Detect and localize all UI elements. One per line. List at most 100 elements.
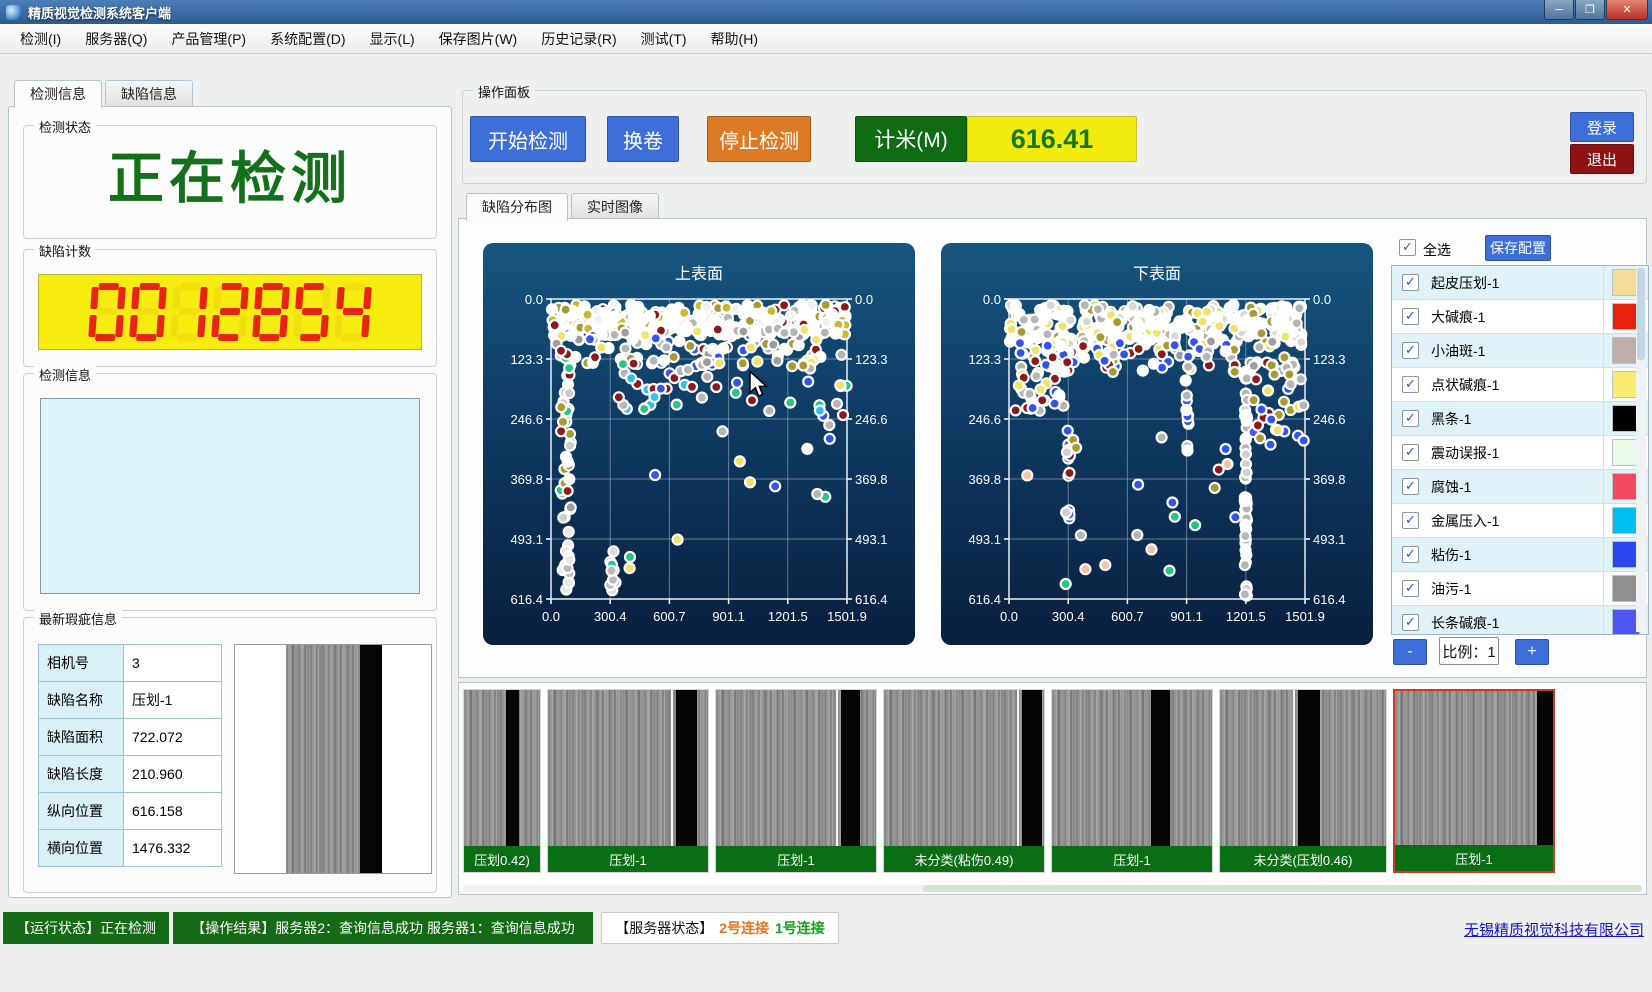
legend-row-7: ✓ 腐蚀-1: [1392, 470, 1648, 504]
table-cell-label: 缺陷面积: [39, 719, 124, 756]
legend-label: 大碱痕-1: [1431, 307, 1603, 327]
legend-checkbox[interactable]: ✓: [1402, 478, 1419, 495]
detect-info-title: 检测信息: [34, 365, 96, 384]
defect-thumbnail-5[interactable]: 压划-1: [1051, 689, 1213, 873]
menu-item-9[interactable]: 帮助(H): [699, 25, 770, 53]
legend-label: 金属压入-1: [1431, 511, 1603, 531]
meter-label: 计米(M): [855, 116, 967, 162]
legend-checkbox[interactable]: ✓: [1402, 580, 1419, 597]
legend-row-3: ✓小油斑-1: [1392, 334, 1648, 368]
svg-text:369.8: 369.8: [510, 472, 543, 487]
svg-text:300.4: 300.4: [594, 609, 627, 624]
svg-text:1201.5: 1201.5: [768, 609, 808, 624]
menu-item-4[interactable]: 系统配置(D): [258, 25, 357, 53]
defect-thumbnail-2[interactable]: 压划-1: [547, 689, 709, 873]
svg-text:901.1: 901.1: [1170, 609, 1203, 624]
tab-view-2[interactable]: 实时图像: [571, 193, 659, 219]
status-server-label: 【服务器状态】: [615, 918, 713, 938]
scale-plus-button[interactable]: +: [1515, 639, 1549, 665]
menu-item-1[interactable]: 检测(I): [8, 25, 73, 53]
defect-thumbnail-3[interactable]: 压划-1: [715, 689, 877, 873]
legend-checkbox[interactable]: ✓: [1402, 614, 1419, 631]
mouse-cursor: [748, 370, 770, 400]
scale-value-field[interactable]: 比例：1: [1439, 637, 1499, 665]
defect-thumbnail-7[interactable]: 压划-1: [1393, 689, 1555, 873]
table-cell-label: 缺陷长度: [39, 756, 124, 793]
menu-item-7[interactable]: 历史记录(R): [529, 25, 628, 53]
svg-text:616.4: 616.4: [968, 592, 1001, 607]
counter-digit: [252, 283, 290, 341]
legend-checkbox[interactable]: ✓: [1402, 546, 1419, 563]
menu-item-8[interactable]: 测试(T): [629, 25, 699, 53]
legend-checkbox[interactable]: ✓: [1402, 512, 1419, 529]
legend-checkbox[interactable]: ✓: [1402, 342, 1419, 359]
thumbnail-white-line: [1293, 690, 1295, 846]
svg-text:0.0: 0.0: [542, 609, 560, 624]
menu-item-5[interactable]: 显示(L): [358, 25, 427, 53]
tab-left-2[interactable]: 缺陷信息: [105, 80, 193, 106]
svg-text:123.3: 123.3: [855, 352, 888, 367]
defect-thumbnail-1[interactable]: 压划0.42): [463, 689, 541, 873]
maximize-button[interactable]: ❐: [1575, 0, 1605, 20]
svg-text:246.6: 246.6: [1313, 412, 1346, 427]
svg-text:下表面: 下表面: [1133, 265, 1181, 283]
stop-detect-button[interactable]: 停止检测: [707, 116, 811, 162]
start-detect-button[interactable]: 开始检测: [470, 116, 586, 162]
legend-label: 黑条-1: [1431, 409, 1603, 429]
legend-checkbox[interactable]: ✓: [1402, 274, 1419, 291]
menu-item-3[interactable]: 产品管理(P): [159, 25, 258, 53]
svg-text:369.8: 369.8: [968, 472, 1001, 487]
menu-item-6[interactable]: 保存图片(W): [427, 25, 530, 53]
table-cell-value: 3: [124, 645, 222, 682]
defect-thumbnail-4[interactable]: 未分类(粘伤0.49): [883, 689, 1045, 873]
table-cell-value: 1476.332: [124, 830, 222, 867]
legend-checkbox[interactable]: ✓: [1402, 410, 1419, 427]
save-config-button[interactable]: 保存配置: [1485, 235, 1551, 261]
legend-label: 腐蚀-1: [1431, 477, 1603, 497]
legend-row-2: ✓ 大碱痕-1: [1392, 300, 1648, 334]
defect-count-display: [38, 274, 422, 350]
legend-checkbox[interactable]: ✓: [1402, 444, 1419, 461]
svg-text:0.0: 0.0: [983, 292, 1001, 307]
chart-bottom-surface: 下表面0.00.00.0123.3123.3300.4246.6246.6600…: [941, 243, 1373, 645]
table-row: 纵向位置616.158: [39, 793, 222, 830]
legend-row-9: ✓ 粘伤-1: [1392, 538, 1648, 572]
svg-text:246.6: 246.6: [510, 412, 543, 427]
svg-text:123.3: 123.3: [968, 352, 1001, 367]
window-title: 精质视觉检测系统客户端: [28, 3, 171, 22]
chart-top-surface: 上表面0.00.00.0123.3123.3300.4246.6246.6600…: [483, 243, 915, 645]
tab-left-1[interactable]: 检测信息: [14, 80, 102, 108]
counter-digit: [170, 283, 208, 341]
legend-checkbox[interactable]: ✓: [1402, 308, 1419, 325]
login-button[interactable]: 登录: [1570, 112, 1634, 142]
logout-button[interactable]: 退出: [1570, 144, 1634, 174]
view-tab-row: 缺陷分布图实时图像: [466, 193, 662, 221]
status-result: 【操作结果】服务器2：查询信息成功 服务器1：查询信息成功: [173, 912, 593, 944]
scale-minus-button[interactable]: -: [1393, 639, 1427, 665]
menu-item-2[interactable]: 服务器(Q): [73, 25, 159, 53]
server-state-1: 2号连接: [719, 918, 769, 938]
defect-thumbnail-strip: 压划0.42)压划-1压划-1未分类(粘伤0.49)压划-1未分类(压划0.46…: [458, 682, 1647, 895]
legend-label: 粘伤-1: [1431, 545, 1603, 565]
defect-thumbnail-6[interactable]: 未分类(压划0.46): [1219, 689, 1387, 873]
title-bar: 精质视觉检测系统客户端 ─ ❐ ✕: [0, 0, 1652, 24]
menu-bar: 检测(I)服务器(Q)产品管理(P)系统配置(D)显示(L)保存图片(W)历史记…: [0, 24, 1652, 54]
legend-checkbox[interactable]: ✓: [1402, 376, 1419, 393]
tab-view-1[interactable]: 缺陷分布图: [466, 193, 568, 221]
svg-text:123.3: 123.3: [1313, 352, 1346, 367]
latest-defect-image: [234, 644, 432, 874]
thumbnail-scrollbar[interactable]: [463, 885, 1642, 892]
company-link[interactable]: 无锡精质视觉科技有限公司: [1464, 919, 1644, 940]
legend-scrollbar[interactable]: [1636, 266, 1646, 632]
thumbnail-caption: 压划-1: [1395, 845, 1553, 871]
legend-row-5: ✓ 黑条-1: [1392, 402, 1648, 436]
select-all-checkbox[interactable]: ✓: [1399, 239, 1416, 256]
table-row: 横向位置1476.332: [39, 830, 222, 867]
minimize-button[interactable]: ─: [1544, 0, 1574, 20]
defect-count-title: 缺陷计数: [34, 241, 96, 260]
change-roll-button[interactable]: 换卷: [607, 116, 679, 162]
close-button[interactable]: ✕: [1606, 0, 1648, 20]
detect-info-textarea[interactable]: [40, 398, 420, 594]
thumbnail-image: [884, 690, 1044, 846]
svg-text:0.0: 0.0: [1313, 292, 1331, 307]
